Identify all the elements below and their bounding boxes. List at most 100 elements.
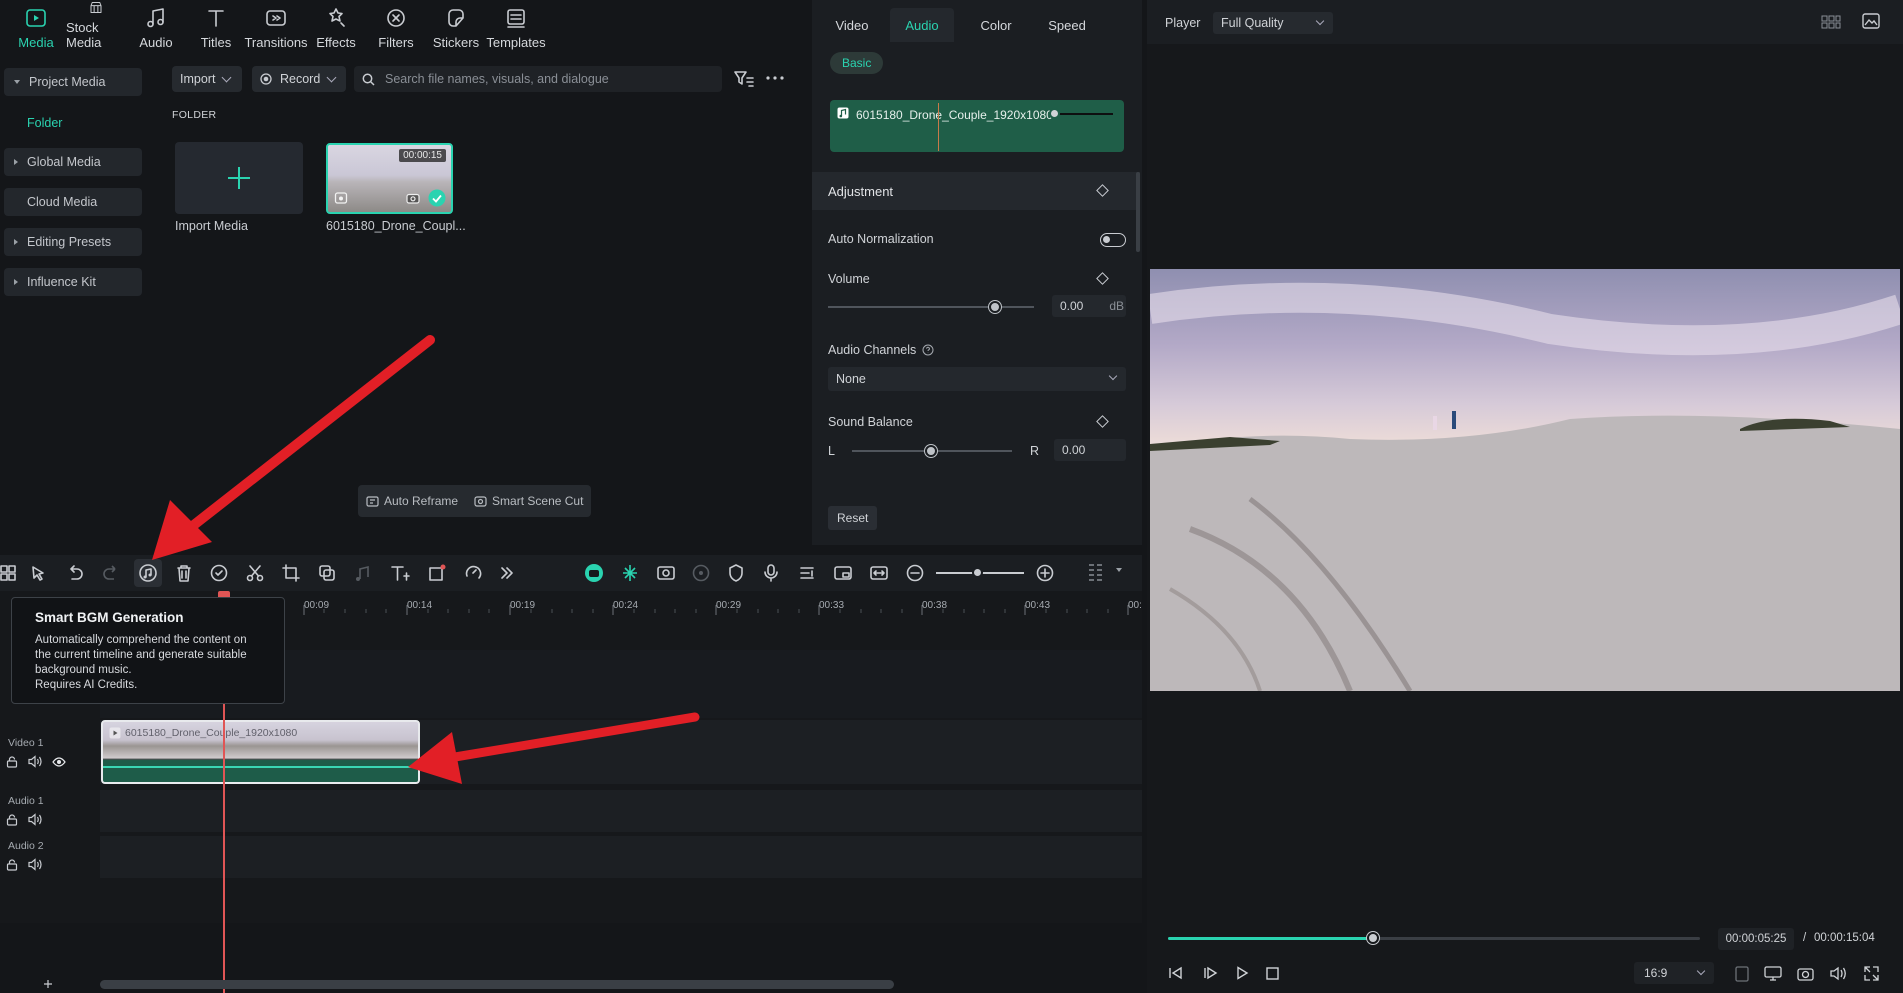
grid-view-icon[interactable] <box>1821 15 1841 29</box>
sidebar-item-global-media[interactable]: Global Media <box>4 148 142 176</box>
select-tool-icon[interactable] <box>30 565 48 583</box>
fullscreen-icon[interactable] <box>1864 966 1879 981</box>
record-label: Record <box>280 72 321 86</box>
tab-stickers[interactable]: Stickers <box>426 0 486 55</box>
sidebar-item-cloud-media[interactable]: Cloud Media <box>4 188 142 216</box>
balance-input[interactable]: 0.00 <box>1054 439 1126 461</box>
previous-frame-icon[interactable] <box>1168 966 1184 980</box>
stop-icon[interactable] <box>1266 967 1279 980</box>
pip-icon[interactable] <box>834 564 852 582</box>
delete-icon[interactable] <box>176 564 192 582</box>
more-tools-chevrons-icon[interactable] <box>500 566 514 580</box>
crop-icon[interactable] <box>282 564 300 582</box>
reset-button[interactable]: Reset <box>828 506 878 530</box>
basic-subtab[interactable]: Basic <box>830 52 884 74</box>
tab-titles[interactable]: Titles <box>186 0 246 55</box>
microphone-icon[interactable] <box>764 564 778 582</box>
sidebar-item-folder[interactable]: Folder <box>27 116 62 130</box>
audio-channels-select[interactable]: None <box>828 367 1126 391</box>
timeline-horizontal-scrollbar[interactable] <box>100 980 894 989</box>
stabilize-icon[interactable] <box>692 564 710 582</box>
tab-audio[interactable]: Audio <box>126 0 186 55</box>
auto-normalization-toggle[interactable] <box>1100 233 1126 247</box>
inspector-tab-speed[interactable]: Speed <box>1036 8 1098 42</box>
zoom-out-icon[interactable] <box>906 564 924 582</box>
play-reverse-icon[interactable] <box>1202 966 1218 980</box>
fit-timeline-icon[interactable] <box>870 564 888 582</box>
tab-transitions[interactable]: Transitions <box>244 0 308 55</box>
lock-icon[interactable] <box>6 814 18 826</box>
mask-icon[interactable] <box>318 564 336 582</box>
scissors-icon[interactable] <box>246 564 264 582</box>
balance-slider-handle[interactable] <box>925 445 937 457</box>
media-clip-thumbnail[interactable]: 00:00:15 <box>326 143 453 214</box>
audio-mixer-icon[interactable] <box>798 564 816 582</box>
inspector-tab-audio[interactable]: Audio <box>890 8 954 42</box>
inspector-scrollbar[interactable] <box>1136 172 1140 252</box>
tab-filters[interactable]: Filters <box>366 0 426 55</box>
current-time-display[interactable]: 00:00:05:25 <box>1718 928 1794 950</box>
track-row-audio-1[interactable] <box>100 790 1142 832</box>
timeline-video-clip[interactable]: 6015180_Drone_Couple_1920x1080 <box>101 720 420 784</box>
volume-slider-track[interactable] <box>828 306 1034 308</box>
tab-stock-media[interactable]: Stock Media <box>66 0 126 55</box>
shield-icon[interactable] <box>728 564 744 582</box>
shape-tool-icon[interactable] <box>428 564 446 582</box>
speaker-icon[interactable] <box>28 755 42 768</box>
import-media-card[interactable] <box>175 142 303 214</box>
sidebar-item-project-media[interactable]: Project Media <box>4 68 142 96</box>
text-tool-icon[interactable] <box>390 564 410 582</box>
snap-icon[interactable] <box>620 563 640 583</box>
sidebar-item-influence-kit[interactable]: Influence Kit <box>4 268 142 296</box>
smart-scene-cut-button[interactable]: Smart Scene Cut <box>474 494 583 508</box>
layout-grid-icon[interactable] <box>0 565 16 581</box>
zoom-in-icon[interactable] <box>1036 564 1054 582</box>
tab-templates[interactable]: Templates <box>486 0 546 55</box>
search-input[interactable]: Search file names, visuals, and dialogue <box>354 66 722 92</box>
smart-bgm-generation-button[interactable] <box>134 559 162 587</box>
speaker-icon[interactable] <box>28 813 42 826</box>
video-preview[interactable] <box>1150 269 1900 691</box>
help-icon[interactable] <box>922 344 934 356</box>
volume-input[interactable]: 0.00 dB <box>1052 295 1126 317</box>
aspect-ratio-dropdown[interactable]: 16:9 <box>1634 962 1714 984</box>
clip-audio-waveform <box>103 766 418 768</box>
inspector-tab-color[interactable]: Color <box>966 8 1026 42</box>
play-icon[interactable] <box>1235 966 1249 980</box>
record-dropdown[interactable]: Record <box>252 66 346 92</box>
undo-icon[interactable] <box>66 565 84 581</box>
import-dropdown[interactable]: Import <box>172 66 242 92</box>
quality-dropdown[interactable]: Full Quality <box>1213 12 1333 34</box>
more-settings-icon[interactable] <box>1088 563 1104 583</box>
auto-reframe-button[interactable]: Auto Reframe <box>366 494 458 508</box>
sidebar-item-editing-presets[interactable]: Editing Presets <box>4 228 142 256</box>
tab-effects[interactable]: Effects <box>306 0 366 55</box>
ai-companion-icon[interactable] <box>584 563 604 583</box>
more-options-button[interactable] <box>766 76 784 80</box>
audio-beat-icon[interactable] <box>354 564 372 582</box>
display-icon[interactable] <box>1764 966 1782 981</box>
ai-edit-icon[interactable] <box>210 564 228 582</box>
tab-media[interactable]: Media <box>6 0 66 55</box>
playback-progress-handle[interactable] <box>1366 932 1379 944</box>
redo-icon[interactable] <box>102 565 120 581</box>
snapshot-camera-icon[interactable] <box>1797 966 1814 981</box>
add-track-icon[interactable] <box>44 980 52 988</box>
speaker-icon[interactable] <box>28 858 42 871</box>
volume-slider-handle[interactable] <box>989 301 1001 313</box>
volume-speaker-icon[interactable] <box>1829 966 1847 981</box>
inspector-tab-video[interactable]: Video <box>826 8 878 42</box>
eye-icon[interactable] <box>52 757 66 767</box>
filter-sort-button[interactable] <box>734 70 754 88</box>
render-preview-icon[interactable] <box>1735 966 1749 982</box>
adjustment-section-header[interactable]: Adjustment <box>812 172 1140 210</box>
lock-icon[interactable] <box>6 756 18 768</box>
auto-highlight-icon[interactable] <box>656 564 676 582</box>
image-view-icon[interactable] <box>1862 13 1880 29</box>
clip-volume-handle[interactable] <box>1049 108 1060 119</box>
caret-down-icon[interactable] <box>1116 568 1122 572</box>
lock-icon[interactable] <box>6 859 18 871</box>
speed-icon[interactable] <box>464 564 482 582</box>
zoom-slider-handle[interactable] <box>972 567 983 578</box>
track-row-audio-2[interactable] <box>100 836 1142 878</box>
